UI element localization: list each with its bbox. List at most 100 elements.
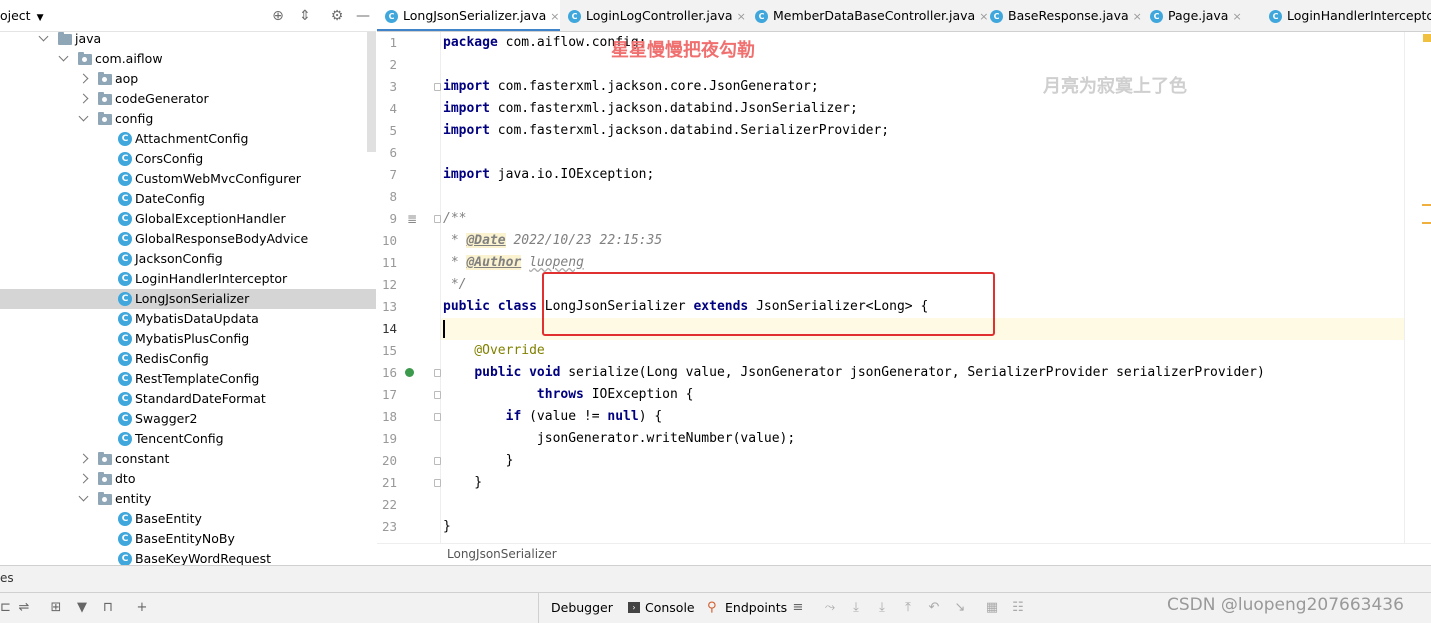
line-number: 18 <box>381 409 397 424</box>
code-line-12: */ <box>443 277 467 292</box>
tree-item[interactable]: C DateConfig <box>0 189 376 209</box>
tree-item[interactable]: codeGenerator <box>0 89 376 109</box>
tab-label: BaseResponse.java <box>1008 8 1129 23</box>
line-number: 13 <box>381 299 397 314</box>
bracket-icon[interactable]: ⊏ <box>0 599 11 617</box>
tree-item[interactable]: C StandardDateFormat <box>0 389 376 409</box>
force-step-into-icon[interactable]: ⤓ <box>874 599 890 617</box>
tree-item-label: GlobalExceptionHandler <box>135 211 286 226</box>
tree-item[interactable]: C GlobalExceptionHandler <box>0 209 376 229</box>
tree-item-label: RestTemplateConfig <box>135 371 260 386</box>
tab-console[interactable]: › Console <box>628 597 695 619</box>
drop-frame-icon[interactable]: ↶ <box>926 599 942 617</box>
run-to-cursor-icon[interactable]: ↘ <box>952 599 968 617</box>
step-out-icon[interactable]: ⤒ <box>900 599 916 617</box>
tree-item[interactable]: java <box>0 32 376 49</box>
step-into-icon[interactable]: ⤓ <box>848 599 864 617</box>
minimize-icon[interactable]: — <box>354 7 372 25</box>
code-line-18: if (value != null) { <box>505 409 663 424</box>
align-icon[interactable]: ⇌ <box>16 599 32 617</box>
collapse-icon[interactable]: ⇕ <box>296 7 314 25</box>
step-over-icon[interactable]: ⤳ <box>822 599 838 617</box>
tree-item[interactable]: C LoginHandlerInterceptor <box>0 269 376 289</box>
tree-item[interactable]: constant <box>0 449 376 469</box>
grid-icon[interactable]: ⊞ <box>48 599 64 617</box>
fold-marker-icon[interactable] <box>434 413 441 421</box>
marker[interactable] <box>1422 204 1431 206</box>
tree-item[interactable]: C TencentConfig <box>0 429 376 449</box>
divider <box>538 593 539 623</box>
tree-item[interactable]: C LongJsonSerializer <box>0 289 376 309</box>
chevron-right-icon[interactable] <box>78 473 89 484</box>
trace-icon[interactable]: ☷ <box>1010 599 1026 617</box>
close-icon[interactable]: × <box>737 10 746 23</box>
close-icon[interactable]: × <box>550 10 559 23</box>
fold-marker-icon[interactable] <box>434 391 441 399</box>
chevron-right-icon[interactable] <box>78 73 89 84</box>
breadcrumb[interactable]: LongJsonSerializer <box>377 543 1431 565</box>
tree-item[interactable]: C Swagger2 <box>0 409 376 429</box>
editor-tab[interactable]: C LoginLogController.java × <box>560 0 746 31</box>
fold-marker-icon[interactable] <box>434 479 441 487</box>
tree-item[interactable]: C MybatisPlusConfig <box>0 329 376 349</box>
tree-item[interactable]: dto <box>0 469 376 489</box>
fold-marker-icon[interactable] <box>434 369 441 377</box>
tree-item[interactable]: config <box>0 109 376 129</box>
editor-tab[interactable]: C Page.java × <box>1142 0 1242 31</box>
editor-tab[interactable]: C LoginHandlerInterceptc <box>1261 0 1431 31</box>
tree-item[interactable]: C CustomWebMvcConfigurer <box>0 169 376 189</box>
tree-item[interactable]: C JacksonConfig <box>0 249 376 269</box>
class-icon: C <box>118 312 132 326</box>
chevron-down-icon[interactable] <box>38 32 49 42</box>
tree-item[interactable]: C MybatisDataUpdata <box>0 309 376 329</box>
doc-render-icon[interactable]: ≣ <box>407 212 417 226</box>
tree-item[interactable]: C GlobalResponseBodyAdvice <box>0 229 376 249</box>
line-number: 19 <box>381 431 397 446</box>
warning-indicator-icon[interactable] <box>1423 34 1431 42</box>
project-view-selector[interactable]: oject ▼ <box>0 8 44 23</box>
tree-item[interactable]: C RedisConfig <box>0 349 376 369</box>
tree-item[interactable]: C BaseEntity <box>0 509 376 529</box>
target-icon[interactable]: ⊕ <box>269 7 287 25</box>
filter-icon[interactable]: ▼ <box>74 599 90 617</box>
layout-icon[interactable]: ⊓ <box>100 599 116 617</box>
tree-item[interactable]: com.aiflow <box>0 49 376 69</box>
error-stripe[interactable] <box>1404 32 1431 543</box>
override-icon[interactable] <box>405 368 414 377</box>
tree-scrollbar[interactable] <box>367 32 376 152</box>
chevron-right-icon[interactable] <box>78 453 89 464</box>
tree-item[interactable]: C BaseKeyWordRequest <box>0 549 376 565</box>
tree-item[interactable]: C AttachmentConfig <box>0 129 376 149</box>
tree-item[interactable]: entity <box>0 489 376 509</box>
class-icon: C <box>118 352 132 366</box>
chevron-down-icon[interactable] <box>78 111 89 122</box>
line-number: 2 <box>389 57 397 72</box>
chevron-down-icon[interactable] <box>78 491 89 502</box>
tab-debugger[interactable]: Debugger <box>551 597 613 619</box>
menu-icon[interactable]: ≡ <box>790 599 806 617</box>
tree-item[interactable]: aop <box>0 69 376 89</box>
tree-item[interactable]: C BaseEntityNoBy <box>0 529 376 549</box>
fold-marker-icon[interactable] <box>434 215 441 223</box>
tree-item-label: BaseEntityNoBy <box>135 531 235 546</box>
close-icon[interactable]: × <box>1232 10 1241 23</box>
tree-item-label: BaseEntity <box>135 511 202 526</box>
marker[interactable] <box>1422 222 1431 224</box>
watermark-right: 月亮为寂寞上了色 <box>1043 76 1187 97</box>
project-panel-header: oject ▼ ⊕ ⇕ ⚙ — <box>0 0 376 32</box>
chevron-right-icon[interactable] <box>78 93 89 104</box>
chevron-down-icon[interactable] <box>58 51 69 62</box>
editor-tab[interactable]: C BaseResponse.java × <box>982 0 1142 31</box>
editor-tab[interactable]: C LongJsonSerializer.java × <box>377 0 560 31</box>
line-number: 10 <box>381 233 397 248</box>
fold-marker-icon[interactable] <box>434 457 441 465</box>
fold-marker-icon[interactable] <box>434 83 441 91</box>
close-icon[interactable]: × <box>1133 10 1142 23</box>
tree-item[interactable]: C RestTemplateConfig <box>0 369 376 389</box>
editor-tab[interactable]: C MemberDataBaseController.java × <box>747 0 988 31</box>
tab-endpoints[interactable]: ⚲ Endpoints <box>707 597 787 619</box>
tree-item[interactable]: C CorsConfig <box>0 149 376 169</box>
gear-icon[interactable]: ⚙ <box>328 7 346 25</box>
evaluate-icon[interactable]: ▦ <box>984 599 1000 617</box>
add-icon[interactable]: + <box>134 599 150 617</box>
